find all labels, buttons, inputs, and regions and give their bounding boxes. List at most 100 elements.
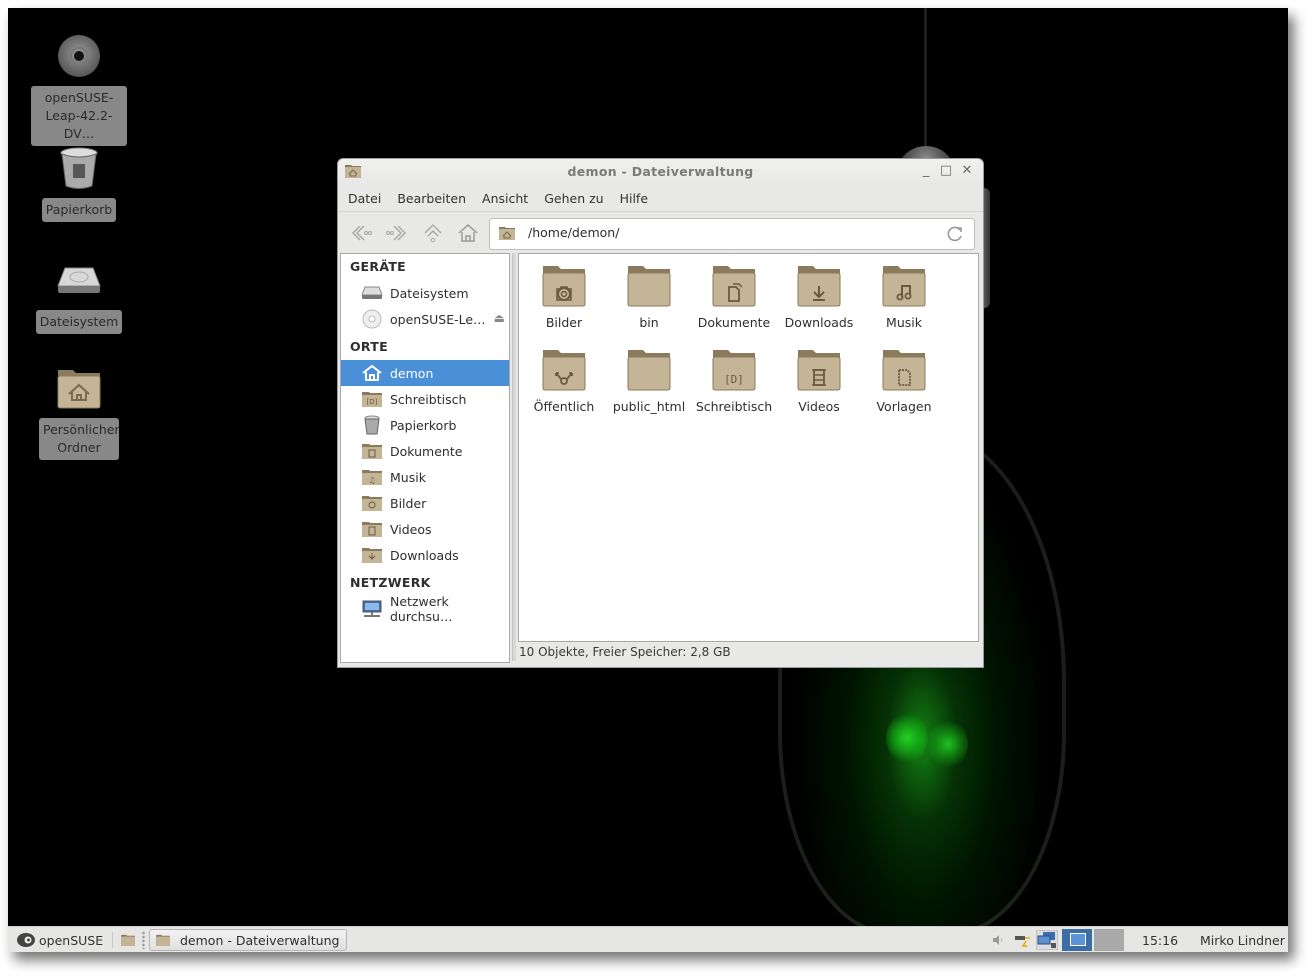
sidebar-item-papierkorb[interactable]: Papierkorb bbox=[341, 412, 509, 438]
sidebar-heading-places: ORTE bbox=[350, 339, 388, 354]
folder-icon bbox=[797, 350, 841, 391]
menu-ansicht[interactable]: Ansicht bbox=[474, 191, 536, 206]
desktop-icon-dvd[interactable]: openSUSE- Leap-42.2-DV… bbox=[29, 32, 129, 146]
documents-folder-icon bbox=[362, 444, 382, 459]
wallpaper-glow bbox=[928, 720, 968, 768]
sidebar-item-label: Videos bbox=[390, 521, 432, 537]
back-icon bbox=[351, 225, 372, 241]
folder-home-icon bbox=[156, 934, 170, 946]
sidebar: GERÄTE Dateisystem openSUSE-Le… ⏏ ORTE d… bbox=[340, 253, 510, 663]
wallpaper-cord bbox=[924, 8, 927, 153]
sidebar-item-downloads[interactable]: Downloads bbox=[341, 542, 509, 568]
network-icon bbox=[362, 600, 382, 617]
network-status-button[interactable] bbox=[1036, 927, 1058, 952]
file-item[interactable]: Musik bbox=[862, 264, 946, 330]
optical-disc-icon bbox=[362, 309, 382, 329]
sidebar-item-label: demon bbox=[390, 365, 434, 381]
sidebar-heading-devices: GERÄTE bbox=[350, 259, 406, 274]
workspace-2[interactable] bbox=[1094, 929, 1124, 951]
menu-gehen-zu[interactable]: Gehen zu bbox=[536, 191, 611, 206]
back-button[interactable] bbox=[348, 221, 374, 245]
sidebar-heading-network: NETZWERK bbox=[350, 575, 431, 590]
file-name: Dokumente bbox=[697, 315, 771, 330]
minimize-button[interactable]: _ bbox=[918, 163, 934, 179]
desktop-icon-home[interactable]: Persönlicher Ordner bbox=[29, 364, 129, 460]
file-item[interactable]: [D] Schreibtisch bbox=[692, 348, 776, 414]
folder-icon bbox=[121, 934, 135, 946]
volume-icon bbox=[993, 935, 1003, 945]
menu-bearbeiten[interactable]: Bearbeiten bbox=[389, 191, 474, 206]
sidebar-item-network[interactable]: Netzwerk durchsu… bbox=[341, 594, 509, 624]
title-bar[interactable]: demon - Dateiverwaltung _ □ ✕ bbox=[338, 159, 983, 185]
sidebar-item-schreibtisch[interactable]: [D] Schreibtisch bbox=[341, 386, 509, 412]
home-button[interactable] bbox=[455, 221, 481, 245]
file-manager-window: demon - Dateiverwaltung _ □ ✕ Datei Bear… bbox=[337, 158, 984, 668]
file-item[interactable]: public_html bbox=[607, 348, 691, 414]
file-item[interactable]: Vorlagen bbox=[862, 348, 946, 414]
desktop-icon-label: Dateisystem bbox=[35, 310, 123, 334]
sidebar-item-label: Schreibtisch bbox=[390, 391, 467, 407]
show-desktop-button[interactable] bbox=[121, 927, 135, 952]
folder-icon bbox=[627, 350, 671, 391]
clock[interactable]: 15:16 bbox=[1142, 927, 1178, 952]
drag-handle[interactable] bbox=[142, 931, 145, 949]
application-menu-button[interactable]: openSUSE bbox=[16, 927, 103, 952]
file-item[interactable]: Bilder bbox=[522, 264, 606, 330]
workspace-1[interactable] bbox=[1062, 929, 1092, 951]
file-name: Schreibtisch bbox=[695, 399, 773, 414]
desktop-icon-trash[interactable]: Papierkorb bbox=[29, 144, 129, 222]
sidebar-item-dateisystem[interactable]: Dateisystem bbox=[341, 280, 509, 306]
videos-folder-icon bbox=[362, 522, 382, 537]
desktop-icon-label: Persönlicher Ordner bbox=[39, 418, 120, 460]
hard-drive-icon bbox=[57, 267, 101, 293]
up-button[interactable] bbox=[420, 221, 446, 245]
file-item[interactable]: Öffentlich bbox=[522, 348, 606, 414]
sidebar-item-label: Dokumente bbox=[390, 443, 463, 459]
desktop-icon-label: Papierkorb bbox=[41, 198, 117, 222]
close-button[interactable]: ✕ bbox=[959, 163, 975, 179]
sidebar-item-videos[interactable]: Videos bbox=[341, 516, 509, 542]
maximize-button[interactable]: □ bbox=[938, 163, 954, 179]
application-menu-label: openSUSE bbox=[39, 932, 104, 948]
sidebar-item-musik[interactable]: ♫ Musik bbox=[341, 464, 509, 490]
reload-icon[interactable] bbox=[946, 225, 964, 243]
file-item[interactable]: Videos bbox=[777, 348, 861, 414]
user-name[interactable]: Mirko Lindner bbox=[1200, 927, 1285, 952]
file-name: bin bbox=[639, 315, 659, 330]
taskbar: openSUSE demon - Dateiverwaltung 15:16 M… bbox=[8, 926, 1288, 952]
trash-icon bbox=[364, 415, 380, 435]
location-input[interactable] bbox=[528, 225, 928, 240]
desktop: openSUSE- Leap-42.2-DV… Papierkorb Datei… bbox=[8, 8, 1288, 952]
desktop-folder-icon: [D] bbox=[362, 392, 382, 407]
sidebar-item-label: Papierkorb bbox=[390, 417, 457, 433]
sidebar-item-dvd[interactable]: openSUSE-Le… ⏏ bbox=[341, 306, 509, 332]
taskbar-window-button[interactable]: demon - Dateiverwaltung bbox=[149, 929, 347, 951]
file-item[interactable]: Downloads bbox=[777, 264, 861, 330]
power-icon bbox=[1015, 936, 1030, 947]
folder-icon bbox=[882, 350, 926, 391]
file-name: Bilder bbox=[545, 315, 583, 330]
menu-datei[interactable]: Datei bbox=[340, 191, 389, 206]
home-folder-icon bbox=[57, 370, 101, 409]
window-title: demon - Dateiverwaltung bbox=[567, 164, 754, 179]
pane-splitter[interactable] bbox=[512, 253, 516, 661]
power-button[interactable] bbox=[1014, 927, 1032, 952]
folder-icon bbox=[882, 266, 926, 307]
desktop-icon-filesystem[interactable]: Dateisystem bbox=[29, 256, 129, 334]
sidebar-item-demon[interactable]: demon bbox=[341, 360, 509, 386]
volume-button[interactable] bbox=[992, 927, 1004, 952]
forward-button[interactable] bbox=[384, 221, 410, 245]
file-name: Vorlagen bbox=[876, 399, 932, 414]
file-item[interactable]: bin bbox=[607, 264, 691, 330]
location-bar bbox=[489, 218, 975, 250]
sidebar-item-label: Netzwerk durchsu… bbox=[390, 594, 453, 624]
eject-icon[interactable]: ⏏ bbox=[494, 311, 505, 325]
file-item[interactable]: Dokumente bbox=[692, 264, 776, 330]
music-folder-icon: ♫ bbox=[362, 470, 382, 485]
network-icon bbox=[1036, 930, 1058, 950]
file-name: Videos bbox=[798, 399, 840, 414]
menu-hilfe[interactable]: Hilfe bbox=[612, 191, 656, 206]
sidebar-item-bilder[interactable]: Bilder bbox=[341, 490, 509, 516]
menu-bar: Datei Bearbeiten Ansicht Gehen zu Hilfe bbox=[338, 185, 983, 212]
sidebar-item-dokumente[interactable]: Dokumente bbox=[341, 438, 509, 464]
